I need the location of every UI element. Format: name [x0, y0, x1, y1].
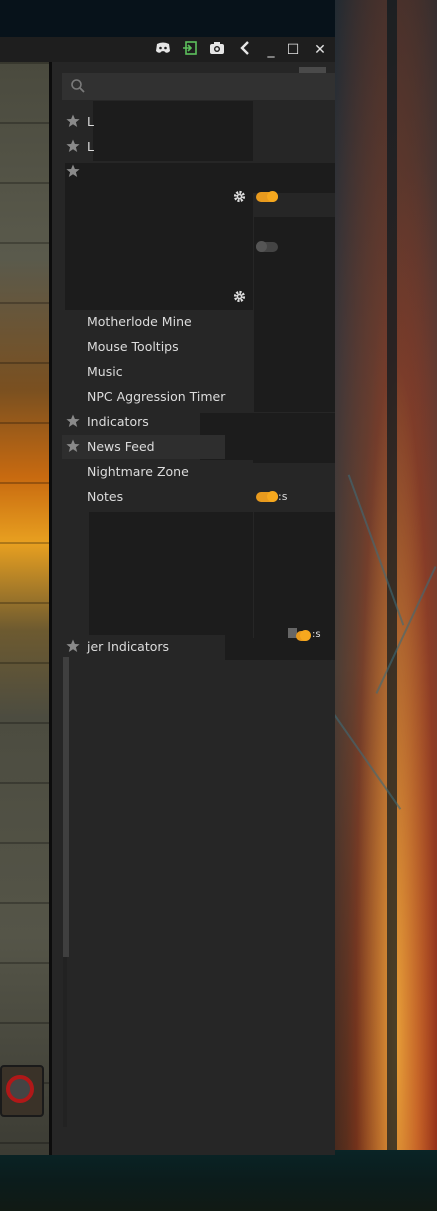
overlay-artifact [254, 512, 335, 638]
plugin-toggle-on[interactable] [256, 191, 278, 202]
text-fragment: :s [278, 490, 288, 503]
plugin-row[interactable]: Nightmare Zone [62, 460, 253, 484]
star-icon[interactable] [66, 414, 80, 428]
scrollbar-track[interactable] [63, 957, 67, 1127]
plugin-label: jer Indicators [87, 639, 170, 654]
search-input[interactable] [92, 75, 326, 99]
plugin-row[interactable]: jer Indicators [62, 635, 225, 659]
plugin-label: News Feed [87, 439, 155, 454]
plugin-row[interactable]: Motherlode Mine [62, 310, 253, 334]
toggle-knob [267, 191, 278, 202]
plugin-row[interactable]: Indicators [62, 410, 200, 434]
minimize-icon[interactable]: _ [262, 41, 280, 59]
login-icon[interactable] [181, 41, 199, 59]
plugin-label: L [87, 139, 94, 154]
plugin-label: Nightmare Zone [87, 464, 189, 479]
maximize-icon[interactable]: ☐ [284, 41, 302, 59]
overlay-artifact [225, 638, 335, 660]
tree-branch [375, 566, 437, 694]
plugin-row[interactable]: NPC Aggression Timer [62, 385, 253, 409]
plugin-toggle-off[interactable] [256, 241, 278, 252]
plugin-row[interactable]: Notes [62, 485, 253, 509]
close-icon[interactable]: ✕ [311, 41, 329, 59]
background-scenery [330, 0, 437, 1211]
plugin-toggle-on[interactable] [256, 491, 278, 502]
inventory-slot[interactable] [0, 1065, 44, 1117]
plugin-row[interactable]: L [62, 110, 94, 134]
gear-icon[interactable] [233, 190, 246, 203]
plugin-row[interactable]: Music [62, 360, 253, 384]
discord-icon[interactable] [154, 41, 172, 59]
plugin-row[interactable]: Mouse Tooltips [62, 335, 253, 359]
plugin-label: NPC Aggression Timer [87, 389, 226, 404]
star-icon[interactable] [66, 439, 80, 453]
scrollbar-thumb[interactable] [63, 657, 69, 957]
back-icon[interactable] [236, 41, 254, 59]
star-icon[interactable] [66, 139, 80, 153]
camera-icon[interactable] [208, 41, 226, 59]
plugin-row[interactable] [62, 160, 86, 184]
overlay-artifact [89, 512, 253, 638]
plugin-label: Motherlode Mine [87, 314, 192, 329]
plugin-label: Notes [87, 489, 124, 504]
blocked-icon [6, 1075, 34, 1103]
star-icon[interactable] [66, 114, 80, 128]
toggle-knob [267, 491, 278, 502]
gear-icon[interactable] [233, 290, 246, 303]
title-bar[interactable]: _ ☐ ✕ [0, 37, 335, 62]
overlay-artifact [65, 193, 253, 318]
plugin-row[interactable]: News Feed [62, 435, 225, 459]
plugin-label: Music [87, 364, 123, 379]
plugin-label: Mouse Tooltips [87, 339, 179, 354]
overlay-artifact [65, 163, 335, 193]
plugin-toggle-on[interactable] [296, 630, 311, 641]
text-fragment: :s [312, 629, 321, 640]
plugin-label: Indicators [87, 414, 149, 429]
background-ground [0, 1150, 437, 1211]
star-icon[interactable] [66, 164, 80, 178]
game-viewport[interactable] [0, 62, 49, 1155]
plugin-row[interactable]: L [62, 135, 94, 159]
star-icon[interactable] [66, 639, 80, 653]
search-icon [71, 79, 85, 93]
toggle-knob [300, 630, 311, 641]
plugin-search-bar[interactable] [62, 73, 335, 100]
overlay-artifact [93, 101, 253, 161]
toggle-knob [256, 241, 267, 252]
plugin-label: L [87, 114, 94, 129]
